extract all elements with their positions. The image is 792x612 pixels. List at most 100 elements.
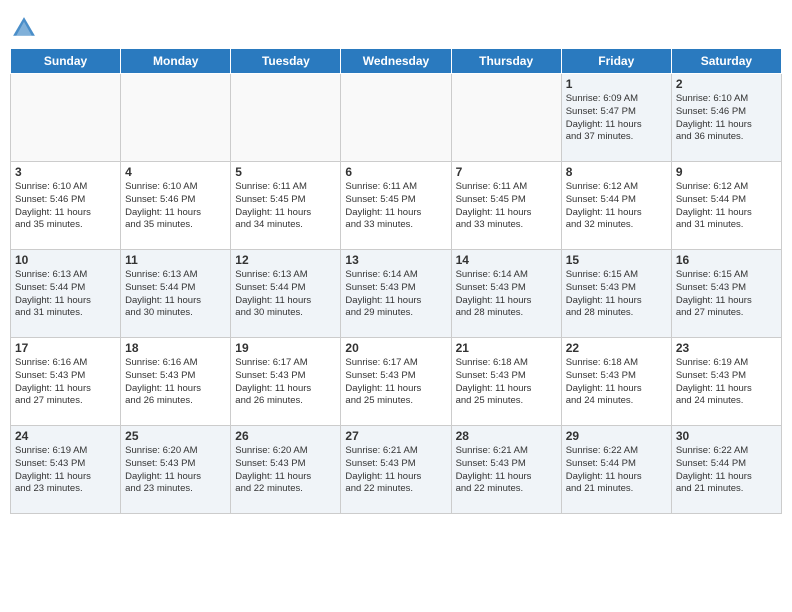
day-cell: 30 Sunrise: 6:22 AM Sunset: 5:44 PM Dayli…	[671, 426, 781, 514]
day-cell: 17Sunrise: 6:16 AM Sunset: 5:43 PM Dayli…	[11, 338, 121, 426]
day-cell: 1 Sunrise: 6:09 AM Sunset: 5:47 PM Daylig…	[561, 74, 671, 162]
day-info: Sunrise: 6:18 AM Sunset: 5:43 PM Dayligh…	[566, 357, 667, 408]
day-info: Sunrise: 6:22 AM Sunset: 5:44 PM Dayligh…	[676, 445, 777, 496]
day-cell	[11, 74, 121, 162]
day-cell	[451, 74, 561, 162]
day-info: Sunrise: 6:10 AM Sunset: 5:46 PM Dayligh…	[125, 181, 226, 232]
day-number: 18	[125, 341, 226, 355]
day-number: 4	[125, 165, 226, 179]
weekday-header-tuesday: Tuesday	[231, 49, 341, 74]
day-info: Sunrise: 6:21 AM Sunset: 5:43 PM Dayligh…	[456, 445, 557, 496]
day-number: 30	[676, 429, 777, 443]
day-number: 8	[566, 165, 667, 179]
day-info: Sunrise: 6:15 AM Sunset: 5:43 PM Dayligh…	[566, 269, 667, 320]
day-cell: 21Sunrise: 6:18 AM Sunset: 5:43 PM Dayli…	[451, 338, 561, 426]
day-cell: 18 Sunrise: 6:16 AM Sunset: 5:43 PM Dayli…	[121, 338, 231, 426]
day-number: 19	[235, 341, 336, 355]
day-cell	[341, 74, 451, 162]
day-info: Sunrise: 6:09 AM Sunset: 5:47 PM Dayligh…	[566, 93, 667, 144]
week-row-2: 3 Sunrise: 6:10 AM Sunset: 5:46 PM Daylig…	[11, 162, 782, 250]
day-info: Sunrise: 6:22 AM Sunset: 5:44 PM Dayligh…	[566, 445, 667, 496]
day-cell: 11Sunrise: 6:13 AM Sunset: 5:44 PM Dayli…	[121, 250, 231, 338]
day-number: 10	[15, 253, 116, 267]
day-info: Sunrise: 6:16 AM Sunset: 5:43 PM Dayligh…	[125, 357, 226, 408]
day-info: Sunrise: 6:11 AM Sunset: 5:45 PM Dayligh…	[235, 181, 336, 232]
day-cell: 7 Sunrise: 6:11 AM Sunset: 5:45 PM Daylig…	[451, 162, 561, 250]
day-info: Sunrise: 6:12 AM Sunset: 5:44 PM Dayligh…	[566, 181, 667, 232]
logo-icon	[10, 14, 38, 42]
day-cell: 14 Sunrise: 6:14 AM Sunset: 5:43 PM Dayli…	[451, 250, 561, 338]
day-cell: 29 Sunrise: 6:22 AM Sunset: 5:44 PM Dayli…	[561, 426, 671, 514]
day-info: Sunrise: 6:13 AM Sunset: 5:44 PM Dayligh…	[15, 269, 116, 320]
day-number: 28	[456, 429, 557, 443]
day-number: 2	[676, 77, 777, 91]
day-cell: 19 Sunrise: 6:17 AM Sunset: 5:43 PM Dayli…	[231, 338, 341, 426]
day-cell: 26 Sunrise: 6:20 AM Sunset: 5:43 PM Dayli…	[231, 426, 341, 514]
day-cell: 9 Sunrise: 6:12 AM Sunset: 5:44 PM Daylig…	[671, 162, 781, 250]
day-cell: 2 Sunrise: 6:10 AM Sunset: 5:46 PM Daylig…	[671, 74, 781, 162]
day-cell: 12 Sunrise: 6:13 AM Sunset: 5:44 PM Dayli…	[231, 250, 341, 338]
week-row-3: 10 Sunrise: 6:13 AM Sunset: 5:44 PM Dayli…	[11, 250, 782, 338]
day-number: 12	[235, 253, 336, 267]
weekday-header-saturday: Saturday	[671, 49, 781, 74]
page-header	[10, 10, 782, 42]
day-cell: 3 Sunrise: 6:10 AM Sunset: 5:46 PM Daylig…	[11, 162, 121, 250]
week-row-1: 1 Sunrise: 6:09 AM Sunset: 5:47 PM Daylig…	[11, 74, 782, 162]
day-number: 11	[125, 253, 226, 267]
day-cell: 4 Sunrise: 6:10 AM Sunset: 5:46 PM Daylig…	[121, 162, 231, 250]
day-info: Sunrise: 6:10 AM Sunset: 5:46 PM Dayligh…	[676, 93, 777, 144]
weekday-header-sunday: Sunday	[11, 49, 121, 74]
day-number: 23	[676, 341, 777, 355]
day-cell: 22Sunrise: 6:18 AM Sunset: 5:43 PM Dayli…	[561, 338, 671, 426]
day-cell: 20 Sunrise: 6:17 AM Sunset: 5:43 PM Dayli…	[341, 338, 451, 426]
weekday-header-thursday: Thursday	[451, 49, 561, 74]
day-info: Sunrise: 6:10 AM Sunset: 5:46 PM Dayligh…	[15, 181, 116, 232]
weekday-header-friday: Friday	[561, 49, 671, 74]
day-info: Sunrise: 6:13 AM Sunset: 5:44 PM Dayligh…	[235, 269, 336, 320]
day-number: 14	[456, 253, 557, 267]
day-number: 13	[345, 253, 446, 267]
day-cell: 5 Sunrise: 6:11 AM Sunset: 5:45 PM Daylig…	[231, 162, 341, 250]
weekday-header-wednesday: Wednesday	[341, 49, 451, 74]
day-info: Sunrise: 6:16 AM Sunset: 5:43 PM Dayligh…	[15, 357, 116, 408]
day-cell: 6 Sunrise: 6:11 AM Sunset: 5:45 PM Daylig…	[341, 162, 451, 250]
day-cell: 28 Sunrise: 6:21 AM Sunset: 5:43 PM Dayli…	[451, 426, 561, 514]
day-info: Sunrise: 6:20 AM Sunset: 5:43 PM Dayligh…	[125, 445, 226, 496]
day-number: 15	[566, 253, 667, 267]
day-number: 27	[345, 429, 446, 443]
logo	[10, 14, 42, 42]
day-info: Sunrise: 6:15 AM Sunset: 5:43 PM Dayligh…	[676, 269, 777, 320]
calendar-table: SundayMondayTuesdayWednesdayThursdayFrid…	[10, 48, 782, 514]
day-number: 29	[566, 429, 667, 443]
day-info: Sunrise: 6:20 AM Sunset: 5:43 PM Dayligh…	[235, 445, 336, 496]
day-cell: 27 Sunrise: 6:21 AM Sunset: 5:43 PM Dayli…	[341, 426, 451, 514]
day-info: Sunrise: 6:17 AM Sunset: 5:43 PM Dayligh…	[235, 357, 336, 408]
day-cell: 13 Sunrise: 6:14 AM Sunset: 5:43 PM Dayli…	[341, 250, 451, 338]
day-number: 25	[125, 429, 226, 443]
week-row-5: 24Sunrise: 6:19 AM Sunset: 5:43 PM Dayli…	[11, 426, 782, 514]
day-number: 7	[456, 165, 557, 179]
day-info: Sunrise: 6:14 AM Sunset: 5:43 PM Dayligh…	[456, 269, 557, 320]
day-info: Sunrise: 6:11 AM Sunset: 5:45 PM Dayligh…	[456, 181, 557, 232]
day-number: 3	[15, 165, 116, 179]
day-cell: 25 Sunrise: 6:20 AM Sunset: 5:43 PM Dayli…	[121, 426, 231, 514]
day-number: 9	[676, 165, 777, 179]
day-number: 26	[235, 429, 336, 443]
day-info: Sunrise: 6:21 AM Sunset: 5:43 PM Dayligh…	[345, 445, 446, 496]
day-info: Sunrise: 6:11 AM Sunset: 5:45 PM Dayligh…	[345, 181, 446, 232]
day-number: 6	[345, 165, 446, 179]
day-number: 5	[235, 165, 336, 179]
day-info: Sunrise: 6:17 AM Sunset: 5:43 PM Dayligh…	[345, 357, 446, 408]
day-cell: 24Sunrise: 6:19 AM Sunset: 5:43 PM Dayli…	[11, 426, 121, 514]
day-number: 21	[456, 341, 557, 355]
day-cell: 15 Sunrise: 6:15 AM Sunset: 5:43 PM Dayli…	[561, 250, 671, 338]
day-info: Sunrise: 6:14 AM Sunset: 5:43 PM Dayligh…	[345, 269, 446, 320]
day-info: Sunrise: 6:12 AM Sunset: 5:44 PM Dayligh…	[676, 181, 777, 232]
day-number: 20	[345, 341, 446, 355]
day-number: 24	[15, 429, 116, 443]
day-cell	[231, 74, 341, 162]
day-cell: 10 Sunrise: 6:13 AM Sunset: 5:44 PM Dayli…	[11, 250, 121, 338]
weekday-header-row: SundayMondayTuesdayWednesdayThursdayFrid…	[11, 49, 782, 74]
day-number: 1	[566, 77, 667, 91]
day-info: Sunrise: 6:19 AM Sunset: 5:43 PM Dayligh…	[676, 357, 777, 408]
